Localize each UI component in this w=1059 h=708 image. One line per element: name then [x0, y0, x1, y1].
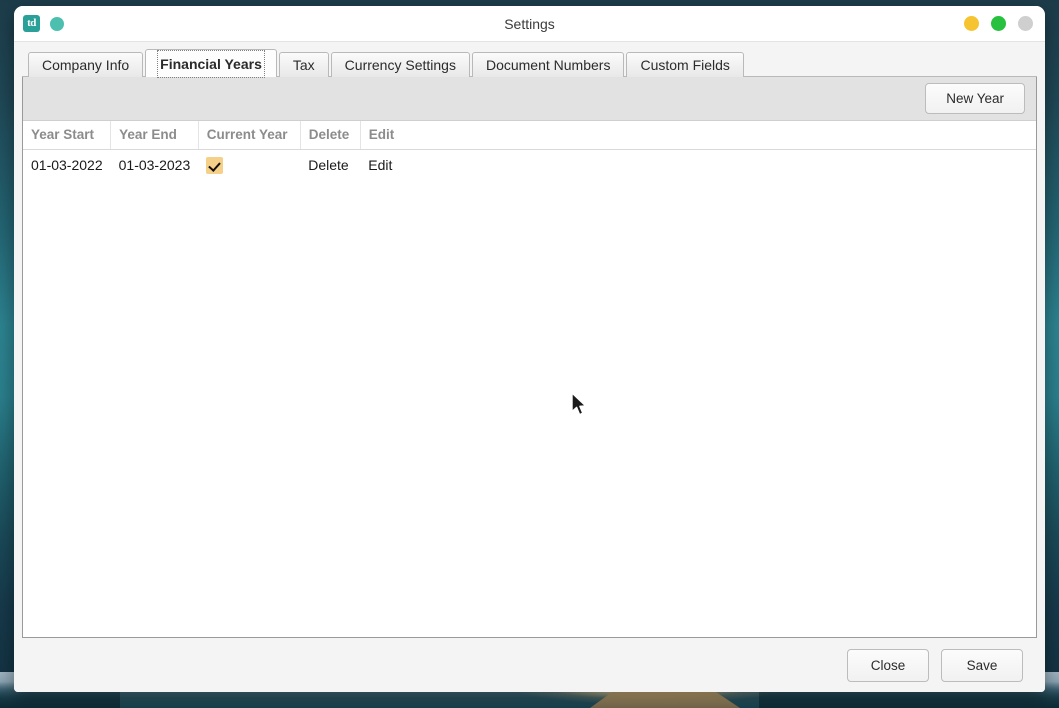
financial-years-panel: New Year Year Start Year End Current Yea… [22, 77, 1037, 638]
desktop-background: td Settings Company Info Financial Years [0, 0, 1059, 708]
tab-label: Tax [292, 57, 315, 73]
tab-label: Financial Years [157, 50, 265, 78]
window-title: Settings [504, 15, 555, 32]
settings-window: td Settings Company Info Financial Years [14, 6, 1045, 692]
tab-label: Company Info [42, 57, 130, 73]
column-header-delete: Delete [300, 121, 361, 150]
cell-edit: Edit [360, 150, 1036, 180]
tab-label: Custom Fields [640, 57, 730, 73]
minimize-button-icon[interactable] [964, 16, 979, 31]
table-row[interactable]: 01-03-2022 01-03-2023 Delete Edit [23, 150, 1036, 180]
financial-years-table-wrapper: Year Start Year End Current Year Delete … [23, 121, 1036, 637]
delete-row-link[interactable]: Delete [308, 157, 348, 173]
close-window-button-icon[interactable] [1018, 16, 1033, 31]
cell-year-start: 01-03-2022 [31, 156, 103, 173]
tab-company-info[interactable]: Company Info [28, 52, 144, 77]
window-body: Company Info Financial Years Tax Currenc… [14, 42, 1045, 692]
close-button[interactable]: Close [847, 648, 929, 682]
status-indicator-icon [50, 16, 64, 31]
column-header-edit: Edit [360, 121, 1036, 150]
edit-row-link[interactable]: Edit [368, 157, 392, 173]
tab-financial-years[interactable]: Financial Years [145, 49, 277, 78]
tab-label: Currency Settings [344, 57, 456, 73]
cell-delete: Delete [300, 150, 360, 180]
tab-currency-settings[interactable]: Currency Settings [330, 52, 470, 77]
financial-years-table: Year Start Year End Current Year Delete … [23, 121, 1036, 180]
tab-label: Document Numbers [485, 57, 611, 73]
tab-document-numbers[interactable]: Document Numbers [471, 52, 625, 77]
app-logo-icon: td [23, 15, 40, 32]
tab-tax[interactable]: Tax [278, 52, 329, 77]
maximize-button-icon[interactable] [991, 16, 1006, 31]
panel-toolbar: New Year [23, 77, 1036, 121]
window-titlebar: td Settings [14, 6, 1045, 42]
table-header: Year Start Year End Current Year Delete … [23, 121, 1036, 150]
cell-year-end: 01-03-2023 [118, 156, 191, 173]
column-header-year-end: Year End [110, 121, 199, 150]
titlebar-left-group: td [14, 15, 64, 32]
dialog-footer: Close Save [22, 638, 1037, 692]
tab-custom-fields[interactable]: Custom Fields [626, 52, 744, 77]
cell-current-year [198, 150, 300, 180]
table-header-row: Year Start Year End Current Year Delete … [23, 121, 1036, 150]
column-header-year-start: Year Start [23, 121, 112, 150]
table-body: 01-03-2022 01-03-2023 Delete Edit [23, 150, 1036, 180]
current-year-check-icon [206, 156, 224, 174]
settings-tabbar: Company Info Financial Years Tax Currenc… [22, 49, 1037, 78]
column-header-current-year: Current Year [198, 121, 301, 150]
save-button[interactable]: Save [941, 648, 1023, 682]
window-controls [964, 16, 1033, 31]
new-year-button[interactable]: New Year [925, 83, 1025, 114]
